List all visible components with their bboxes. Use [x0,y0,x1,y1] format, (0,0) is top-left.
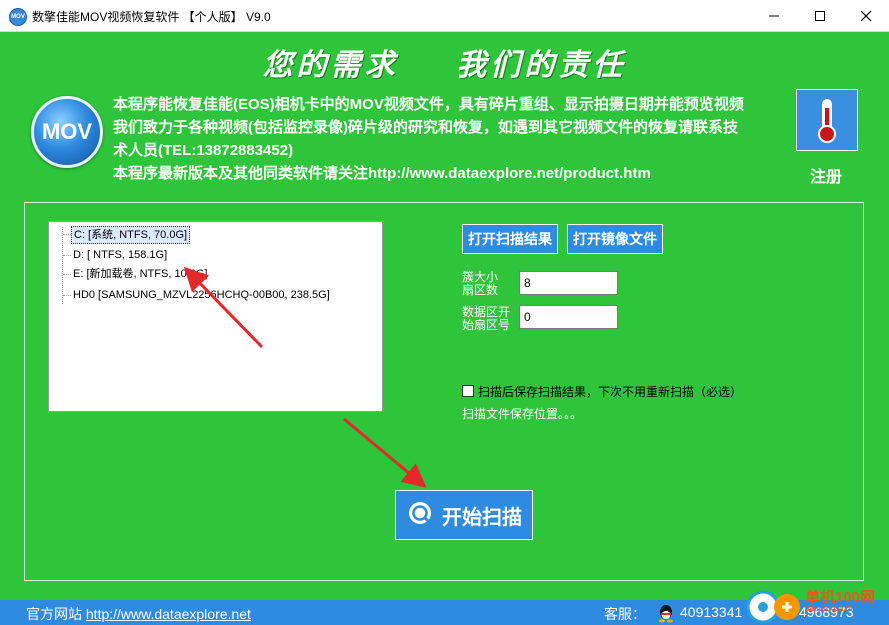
qq-number-1[interactable]: 40913341 [680,604,742,620]
site-link[interactable]: http://www.dataexplore.net [86,606,251,622]
start-scan-button[interactable]: 开始扫描 [395,490,533,540]
search-icon [409,502,431,524]
start-scan-label: 开始扫描 [442,506,522,529]
site-prefix: 官方网站 [26,606,82,622]
arrow-to-drive [183,266,264,349]
qq-icon [659,605,673,623]
watermark-subtext: danji100.com [805,604,853,613]
service-label: 客服： [604,606,646,622]
watermark-logo [746,590,800,624]
arrow-to-start [343,417,427,488]
official-site: 官方网站 http://www.dataexplore.net [26,604,251,624]
